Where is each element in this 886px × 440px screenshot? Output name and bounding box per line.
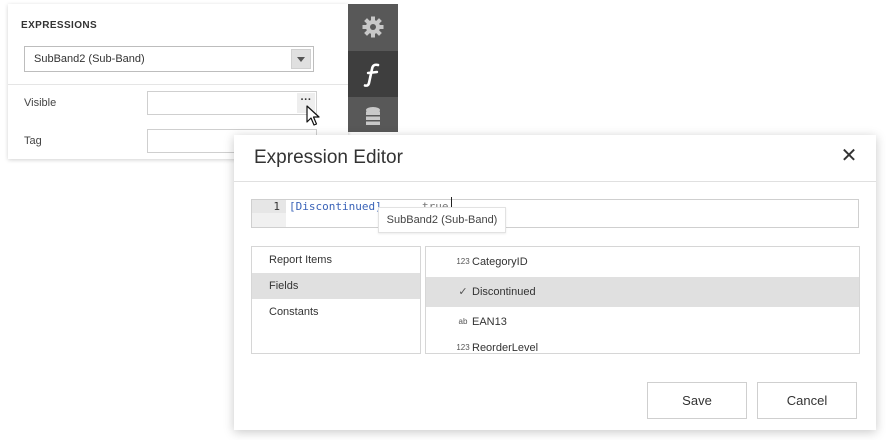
category-fields[interactable]: Fields xyxy=(252,273,420,299)
field-item-reorderlevel[interactable]: 123 ReorderLevel xyxy=(426,333,859,354)
mouse-cursor-icon xyxy=(306,105,320,126)
expression-text: [Discontinued] xyxy=(289,200,382,213)
field-item-discontinued[interactable]: ✓ Discontinued xyxy=(426,277,859,307)
dialog-header-divider xyxy=(234,181,876,182)
field-label: Discontinued xyxy=(472,286,536,298)
band-select-value: SubBand2 (Sub-Band) xyxy=(34,53,145,65)
save-button[interactable]: Save xyxy=(647,382,747,419)
section-title: EXPRESSIONS xyxy=(21,20,98,31)
close-icon[interactable]: ✕ xyxy=(840,146,858,166)
line-gutter: 1 xyxy=(252,200,286,227)
number-type-icon: 123 xyxy=(456,257,470,266)
number-type-icon: 123 xyxy=(456,343,470,352)
expression-code-editor[interactable]: 1 [Discontinued] true xyxy=(251,197,859,228)
dialog-title: Expression Editor xyxy=(254,147,403,168)
gear-icon xyxy=(362,16,384,38)
field-label: ReorderLevel xyxy=(472,342,539,354)
autocomplete-tooltip[interactable]: SubBand2 (Sub-Band) xyxy=(378,207,506,233)
divider xyxy=(8,84,348,85)
expression-editor-dialog: Expression Editor ✕ 1 [Discontinued] tru… xyxy=(234,135,876,430)
visible-label: Visible xyxy=(24,97,57,109)
function-icon xyxy=(363,63,380,87)
tab-expressions[interactable] xyxy=(348,51,398,97)
field-label: CategoryID xyxy=(472,256,528,268)
database-icon xyxy=(366,107,380,125)
tab-settings[interactable] xyxy=(348,4,398,50)
side-tab-strip xyxy=(348,4,398,132)
field-item-categoryid[interactable]: 123 CategoryID xyxy=(426,247,859,277)
band-select[interactable]: SubBand2 (Sub-Band) xyxy=(24,46,314,72)
tab-data-source[interactable] xyxy=(348,98,398,132)
category-list: Report Items Fields Constants xyxy=(251,246,421,354)
category-report-items[interactable]: Report Items xyxy=(252,247,420,273)
boolean-type-icon: ✓ xyxy=(458,286,468,298)
chevron-down-icon[interactable] xyxy=(291,49,311,69)
field-list: 123 CategoryID ✓ Discontinued ab EAN13 1… xyxy=(425,246,860,354)
cancel-button[interactable]: Cancel xyxy=(757,382,857,419)
tag-label: Tag xyxy=(24,135,42,147)
category-constants[interactable]: Constants xyxy=(252,299,420,325)
line-number: 1 xyxy=(252,200,286,213)
visible-input[interactable]: ··· xyxy=(147,91,317,115)
field-label: EAN13 xyxy=(472,316,507,328)
